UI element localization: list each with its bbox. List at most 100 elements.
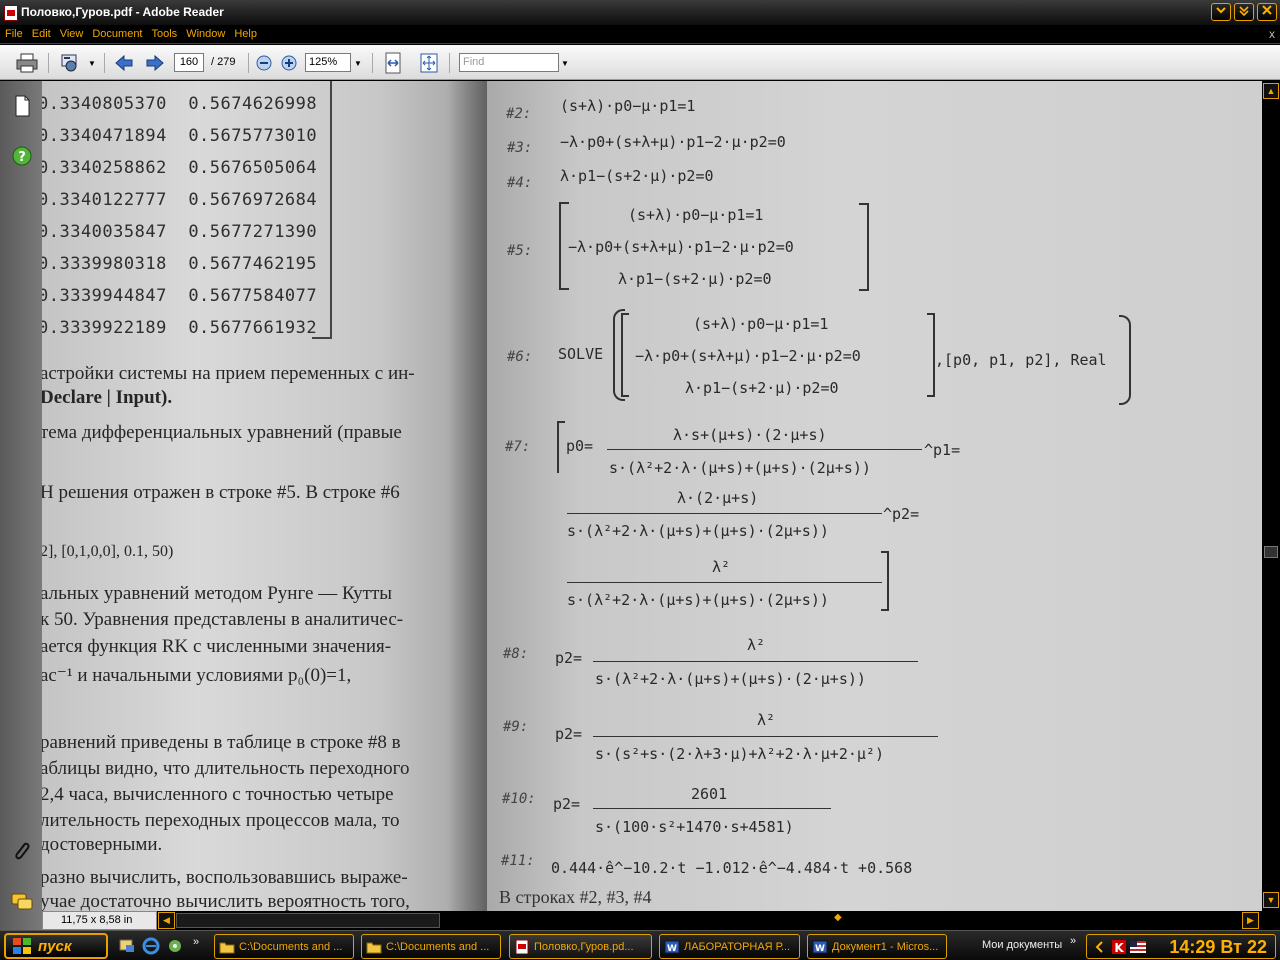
menu-window[interactable]: Window <box>181 26 229 40</box>
find-input[interactable]: Find <box>459 53 559 72</box>
taskbar-button-active[interactable]: Половко,Гуров.pd... <box>509 934 652 959</box>
menu-view[interactable]: View <box>55 26 88 40</box>
zoom-dropdown-icon[interactable]: ▼ <box>354 59 362 68</box>
row-label: #6: <box>507 349 533 365</box>
equation-2: (s+λ)·p0−μ·p1=1 <box>560 97 696 115</box>
toolbar-overflow-icon[interactable]: » <box>1070 935 1076 947</box>
row-label: #10: <box>502 791 536 807</box>
code-line: 2], [0,1,0,0], 0.1, 50) <box>42 543 174 560</box>
find-dropdown-icon[interactable]: ▼ <box>561 59 569 68</box>
menu-edit[interactable]: Edit <box>27 26 55 40</box>
pages-panel-button[interactable] <box>11 95 33 117</box>
result-bracket-left <box>557 421 565 473</box>
menu-tools[interactable]: Tools <box>147 26 182 40</box>
taskbar-button[interactable]: W ЛАБОРАТОРНАЯ Р... <box>659 934 800 959</box>
right-page: #2: (s+λ)·p0−μ·p1=1 #3: −λ·p0+(s+λ+μ)·p1… <box>487 81 1262 911</box>
show-desktop-icon[interactable] <box>118 937 136 955</box>
internet-explorer-icon[interactable] <box>142 937 160 955</box>
text-line: равнений приведены в таблице в строке #8… <box>42 732 401 753</box>
scroll-right-button[interactable]: ▶ <box>1242 912 1259 929</box>
menu-bar: File Edit View Document Tools Window Help x <box>0 26 1280 44</box>
fraction-bar <box>567 582 882 583</box>
my-documents-toolbar[interactable]: Мои документы <box>982 939 1062 951</box>
taskbar: пуск » C:\Documents and ... C:\Documents… <box>0 930 1280 960</box>
equation-8-denominator: s·(λ²+2·λ·(μ+s)+(μ+s)·(2·μ+s)) <box>595 670 866 688</box>
equation-5-row: −λ·p0+(s+λ+μ)·p1−2·μ·p2=0 <box>568 238 794 256</box>
close-button[interactable] <box>1257 3 1277 21</box>
minimize-button[interactable] <box>1211 3 1231 21</box>
text-line: лительность переходных процессов мала, т… <box>42 810 400 831</box>
page-number-input[interactable]: 160 <box>174 53 204 72</box>
svg-text:W: W <box>815 944 825 954</box>
zoom-level-field[interactable]: 125% <box>305 53 351 72</box>
text-line: аблицы видно, что длительность переходно… <box>42 758 410 779</box>
taskbar-button[interactable]: C:\Documents and ... <box>361 934 501 959</box>
zoom-in-icon <box>281 55 297 71</box>
arrow-right-icon <box>146 54 164 72</box>
resize-arrows-icon[interactable]: ◆ <box>834 912 842 923</box>
windows-flag-icon <box>13 938 31 954</box>
folder-icon <box>366 942 382 953</box>
fraction-bar <box>593 736 938 737</box>
p2-label: ^p2= <box>883 505 920 523</box>
taskbar-button[interactable]: C:\Documents and ... <box>214 934 354 959</box>
solve-bracket-left <box>621 313 629 397</box>
tray-arrow-icon[interactable] <box>1093 940 1107 954</box>
menu-help[interactable]: Help <box>229 26 261 40</box>
row-label: #3: <box>507 140 533 156</box>
equation-10-numerator: 2601 <box>691 785 728 803</box>
word-icon: W <box>664 940 680 954</box>
menu-document[interactable]: Document <box>87 26 146 40</box>
menu-file[interactable]: File <box>0 26 27 40</box>
equation-8-numerator: λ² <box>747 636 766 654</box>
equation-10-denominator: s·(100·s²+1470·s+4581) <box>595 818 794 836</box>
table-row: 0.3340258862 0.5676505064 <box>42 158 318 178</box>
status-bar: 11,75 x 8,58 in ◀ ◆ ▶ <box>42 911 1280 930</box>
row-label: #11: <box>501 853 535 869</box>
print-button[interactable] <box>14 51 40 75</box>
scroll-up-button[interactable]: ▲ <box>1263 83 1279 99</box>
solve-bracket-right <box>927 313 935 397</box>
maximize-button[interactable] <box>1234 3 1254 21</box>
language-flag-icon[interactable] <box>1129 940 1147 954</box>
help-icon: ? <box>12 146 32 166</box>
row-label: #2: <box>506 106 532 122</box>
full-screen-button[interactable] <box>418 51 440 75</box>
scroll-left-button[interactable]: ◀ <box>158 912 175 929</box>
comments-icon <box>11 893 33 910</box>
help-button[interactable]: ? <box>11 145 33 167</box>
next-page-button[interactable] <box>143 52 167 74</box>
quick-launch-overflow-icon[interactable]: » <box>193 936 199 948</box>
document-close-button[interactable]: x <box>1269 27 1275 41</box>
equation-4: λ·p1−(s+2·μ)·p2=0 <box>560 167 714 185</box>
zoom-out-icon <box>256 55 272 71</box>
previous-page-button[interactable] <box>112 52 136 74</box>
scroll-down-button[interactable]: ▼ <box>1263 892 1279 908</box>
taskbar-button[interactable]: W Документ1 - Micros... <box>807 934 947 959</box>
text-line: В строках #2, #3, #4 <box>499 887 652 907</box>
window-title: Половко,Гуров.pdf - Adobe Reader <box>21 5 224 19</box>
zoom-in-button[interactable] <box>279 53 299 73</box>
horizontal-scroll-thumb[interactable] <box>176 913 440 928</box>
table-row: 0.3339922189 0.5677661932 <box>42 318 318 338</box>
attachments-button[interactable] <box>11 841 33 863</box>
pages-icon <box>15 95 30 117</box>
binoculars-icon <box>61 54 77 72</box>
chevron-down-icon[interactable]: ▼ <box>88 59 96 68</box>
quick-launch-app-icon[interactable] <box>166 937 184 955</box>
scroll-thumb[interactable] <box>1264 546 1278 558</box>
pdf-icon <box>4 5 18 21</box>
svg-text:K: K <box>1114 941 1124 955</box>
solve-command: SOLVE <box>558 345 604 363</box>
fit-width-button[interactable] <box>382 51 404 75</box>
p0-label: p0= <box>566 437 594 455</box>
start-button[interactable]: пуск <box>4 933 108 959</box>
comments-button[interactable] <box>11 891 33 913</box>
zoom-out-button[interactable] <box>254 53 274 73</box>
search-tools-button[interactable] <box>58 51 86 75</box>
table-row: 0.3339944847 0.5677584077 <box>42 286 318 306</box>
antivirus-icon[interactable]: K <box>1111 939 1127 955</box>
vertical-scrollbar[interactable]: ▲ ▼ <box>1262 81 1280 911</box>
document-view[interactable]: 0.3340805370 0.5674626998 0.3340471894 0… <box>42 81 1262 911</box>
row-label: #9: <box>503 719 529 735</box>
